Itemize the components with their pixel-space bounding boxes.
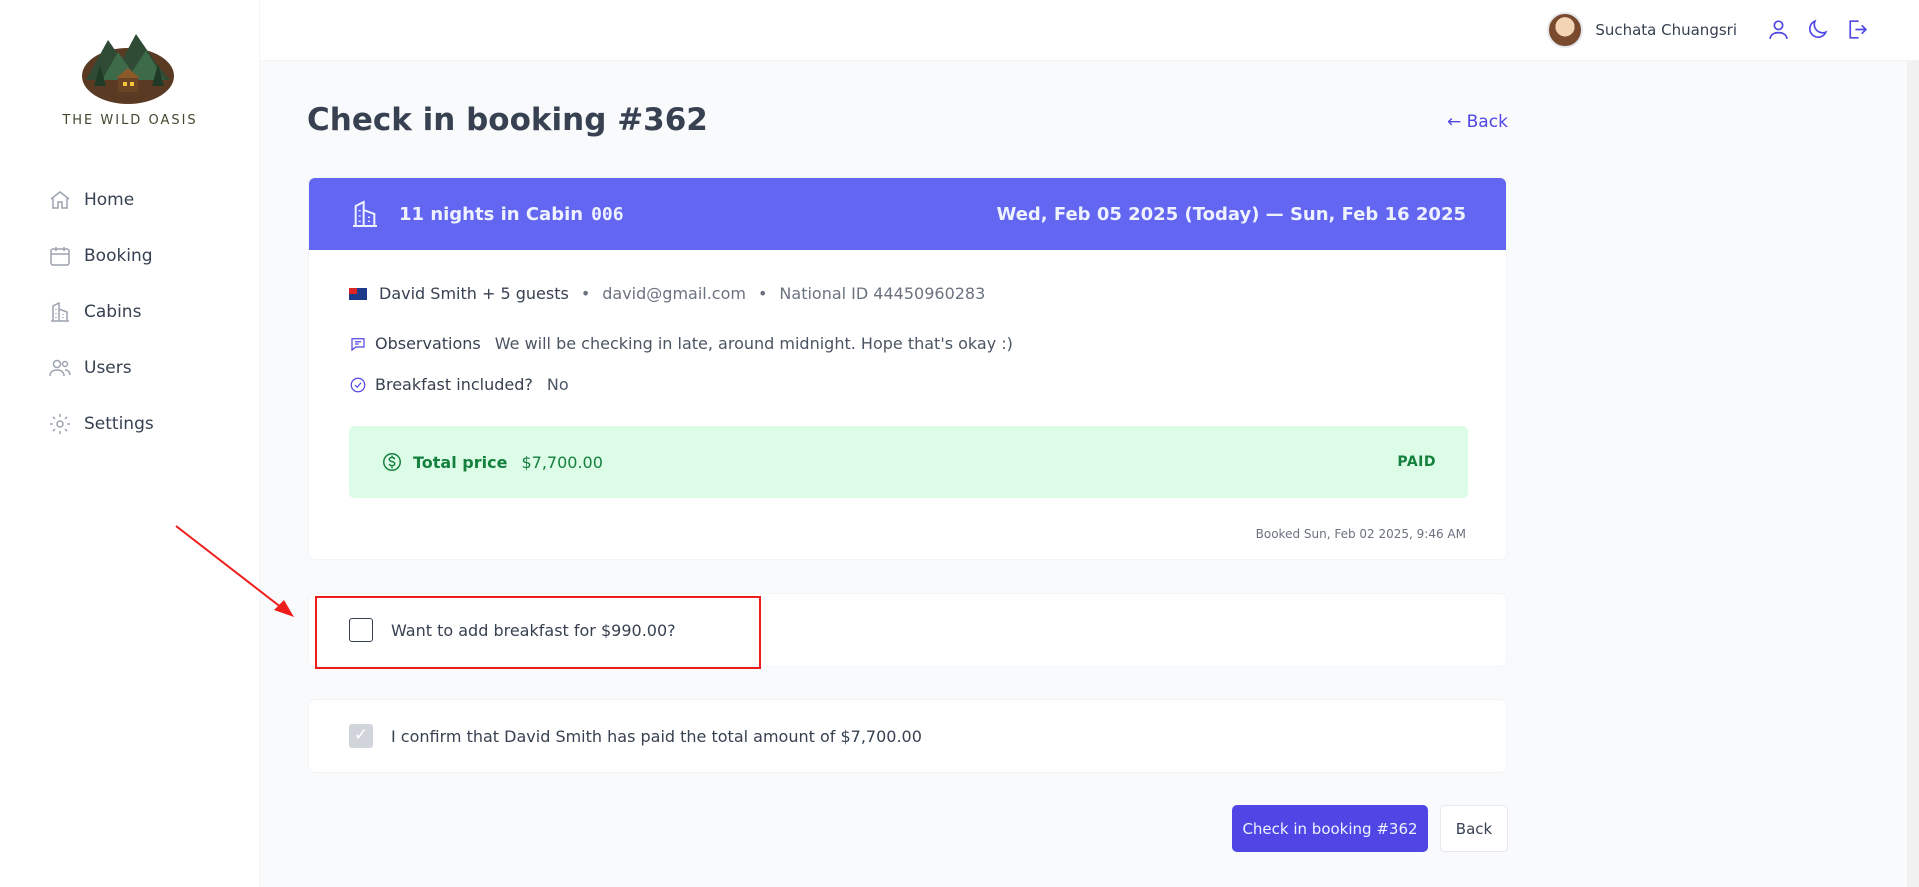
checkin-button[interactable]: Check in booking #362 — [1232, 805, 1428, 852]
sidebar-nav: Home Booking Cabins Users Settings — [48, 172, 154, 452]
booking-card: 11 nights in Cabin 006 Wed, Feb 05 2025 … — [308, 177, 1507, 560]
top-header: Suchata Chuangsri — [260, 0, 1919, 61]
logo[interactable] — [80, 26, 176, 104]
national-id: National ID 44450960283 — [779, 284, 986, 303]
dollar-circle-icon — [383, 453, 401, 471]
annotation-highlight-box — [315, 596, 761, 669]
nights-label: 11 nights in Cabin — [399, 203, 584, 225]
separator: • — [580, 284, 591, 303]
check-circle-icon — [349, 376, 367, 394]
logo-text: THE WILD OASIS — [62, 113, 198, 128]
guest-email: david@gmail.com — [602, 284, 746, 303]
page-title: Check in booking #362 — [307, 102, 708, 138]
users-icon — [48, 356, 72, 380]
sidebar-item-cabins[interactable]: Cabins — [48, 284, 154, 340]
calendar-icon — [48, 244, 72, 268]
back-button[interactable]: Back — [1440, 805, 1508, 852]
building-icon — [48, 300, 72, 324]
user-info: Suchata Chuangsri — [1547, 12, 1737, 48]
header-actions — [1766, 17, 1869, 42]
total-price: Total price $7,700.00 — [381, 451, 603, 473]
sidebar-item-label: Cabins — [84, 302, 142, 322]
cabin-number: 006 — [591, 203, 624, 225]
total-price-value: $7,700.00 — [521, 452, 603, 472]
separator: • — [757, 284, 768, 303]
guest-row: David Smith + 5 guests • david@gmail.com… — [349, 284, 985, 303]
sidebar: THE WILD OASIS Home Booking Cabins Users — [0, 0, 260, 887]
confirm-paid-label[interactable]: I confirm that David Smith has paid the … — [391, 727, 922, 746]
observations-text: We will be checking in late, around midn… — [494, 334, 1013, 353]
booking-header: 11 nights in Cabin 006 Wed, Feb 05 2025 … — [309, 178, 1506, 250]
sidebar-item-booking[interactable]: Booking — [48, 228, 154, 284]
confirm-paid-checkbox[interactable] — [349, 724, 373, 748]
scrollbar[interactable] — [1907, 61, 1919, 887]
status-badge: PAID — [1397, 454, 1436, 470]
sidebar-item-label: Users — [84, 358, 132, 378]
gear-icon — [48, 412, 72, 436]
booking-header-left: 11 nights in Cabin 006 — [349, 198, 624, 230]
building-icon — [353, 200, 377, 227]
observations-label: Observations — [375, 334, 481, 353]
breakfast-row: Breakfast included? No — [349, 375, 569, 394]
sidebar-item-label: Home — [84, 190, 135, 210]
chat-bubble-icon — [349, 335, 367, 353]
sidebar-item-home[interactable]: Home — [48, 172, 154, 228]
observations-row: Observations We will be checking in late… — [349, 334, 1013, 353]
sidebar-item-label: Booking — [84, 246, 153, 266]
sidebar-item-settings[interactable]: Settings — [48, 396, 154, 452]
price-box: Total price $7,700.00 PAID — [349, 426, 1468, 498]
avatar — [1547, 12, 1584, 48]
user-icon[interactable] — [1766, 17, 1791, 42]
flag-icon — [349, 287, 367, 300]
confirm-paid-box: I confirm that David Smith has paid the … — [308, 699, 1507, 773]
moon-icon[interactable] — [1805, 17, 1830, 42]
total-price-label: Total price — [413, 452, 508, 472]
booking-dates: Wed, Feb 05 2025 (Today) — Sun, Feb 16 2… — [996, 203, 1466, 225]
user-name: Suchata Chuangsri — [1595, 21, 1737, 39]
sidebar-item-users[interactable]: Users — [48, 340, 154, 396]
logout-icon[interactable] — [1844, 17, 1869, 42]
annotation-arrow-icon — [175, 525, 294, 617]
breakfast-value: No — [546, 375, 569, 394]
breakfast-label: Breakfast included? — [375, 375, 533, 394]
back-link[interactable]: ← Back — [1447, 112, 1508, 132]
home-icon — [48, 188, 72, 212]
sidebar-item-label: Settings — [84, 414, 154, 434]
guest-name: David Smith + 5 guests — [379, 284, 569, 303]
booked-date: Booked Sun, Feb 02 2025, 9:46 AM — [1255, 527, 1466, 541]
